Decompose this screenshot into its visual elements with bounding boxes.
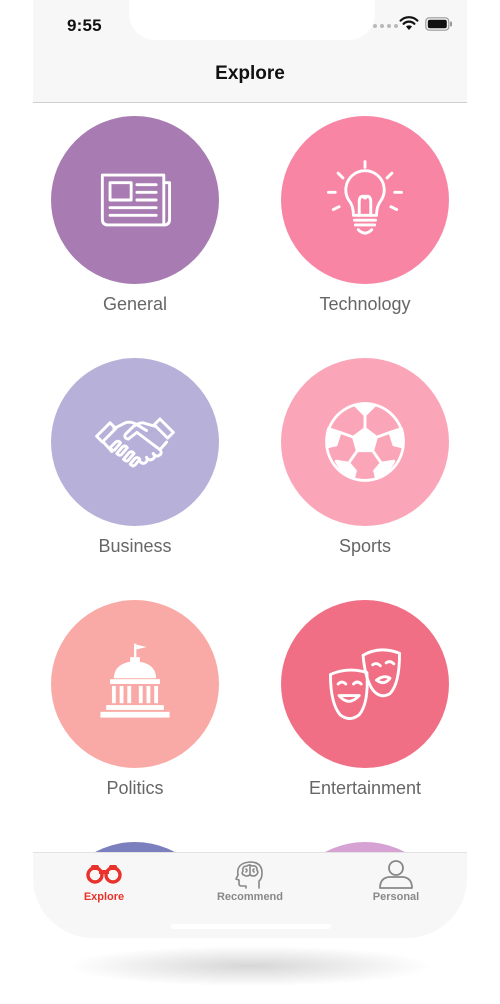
newspaper-icon xyxy=(100,173,171,227)
theater-masks-icon xyxy=(329,648,401,720)
category-general[interactable]: General xyxy=(35,116,235,315)
category-sports[interactable]: Sports xyxy=(265,358,465,557)
page-title: Explore xyxy=(215,63,285,84)
category-circle[interactable] xyxy=(51,600,219,768)
brain-head-icon xyxy=(235,861,263,889)
battery-icon xyxy=(425,17,452,31)
lightbulb-icon xyxy=(327,160,403,235)
handshake-icon xyxy=(95,417,175,468)
status-bar: 9:55 xyxy=(33,0,467,48)
tab-label: Explore xyxy=(83,891,125,903)
soccer-ball-icon xyxy=(325,402,405,482)
category-label: Entertainment xyxy=(308,778,422,798)
home-indicator[interactable] xyxy=(171,924,331,929)
capitol-icon xyxy=(100,643,170,718)
category-circle[interactable] xyxy=(51,358,219,526)
device-notch xyxy=(129,0,375,40)
tab-label: Personal xyxy=(372,891,420,903)
wifi-icon xyxy=(399,16,419,30)
tab-label: Recommend xyxy=(216,891,284,903)
tab-personal[interactable]: Personal xyxy=(341,859,451,903)
person-icon xyxy=(379,860,413,889)
category-circle[interactable] xyxy=(281,358,449,526)
status-time: 9:55 xyxy=(67,16,102,35)
category-grid[interactable]: General Technology Business Sports Polit… xyxy=(33,103,467,855)
device-shadow xyxy=(70,946,430,986)
category-label: Sports xyxy=(338,536,392,556)
category-entertainment[interactable]: Entertainment xyxy=(265,600,465,799)
category-business[interactable]: Business xyxy=(35,358,235,557)
tab-recommend[interactable]: Recommend xyxy=(195,859,305,903)
category-label: Business xyxy=(98,536,172,556)
category-circle[interactable] xyxy=(51,116,219,284)
phone-screen: 9:55 Explore General Technology Business… xyxy=(33,0,467,938)
binoculars-icon xyxy=(86,865,122,884)
category-technology[interactable]: Technology xyxy=(265,116,465,315)
category-circle[interactable] xyxy=(281,116,449,284)
tab-explore[interactable]: Explore xyxy=(49,859,159,903)
category-label: Politics xyxy=(106,778,164,798)
category-label: Technology xyxy=(319,294,411,314)
cellular-signal-icon xyxy=(373,24,398,28)
navigation-bar: Explore xyxy=(33,48,467,103)
category-label: General xyxy=(102,294,168,314)
category-politics[interactable]: Politics xyxy=(35,600,235,799)
category-circle[interactable] xyxy=(281,600,449,768)
